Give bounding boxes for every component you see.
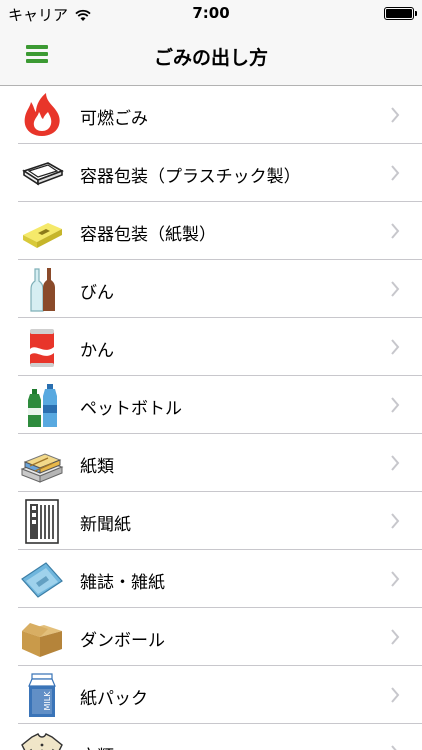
plastic-tray-icon [18,149,66,197]
svg-text:MILK: MILK [43,691,52,711]
list-item-label: かん [80,341,114,361]
battery-icon [384,7,417,20]
list-item-label: ペットボトル [80,399,182,419]
battery-level [386,9,412,18]
list-item-magazines[interactable]: 雑誌・雑紙 [0,550,422,608]
list-item-paper-packaging[interactable]: 容器包装（紙製） [0,202,422,260]
paper-box-icon [18,207,66,255]
garbage-category-list: 可燃ごみ 容器包装（プラスチック製） 容器包装（紙製） びん かん ペットボトル… [0,86,422,750]
chevron-right-icon [391,687,400,703]
bottles-icon [18,265,66,313]
list-item-newspaper[interactable]: 新聞紙 [0,492,422,550]
list-item-label: 可燃ごみ [80,109,148,129]
list-item-label: びん [80,283,114,303]
chevron-right-icon [391,513,400,529]
list-item-label: 容器包装（プラスチック製） [80,167,301,187]
list-item-label: 衣類 [80,742,114,750]
milk-carton-icon: MILK [18,671,66,719]
list-item-label: 雑誌・雑紙 [80,573,165,593]
magazine-icon [18,555,66,603]
chevron-right-icon [391,223,400,239]
list-item-paper-cartons[interactable]: MILK 紙パック [0,666,422,724]
list-item-bottles[interactable]: びん [0,260,422,318]
page-title: ごみの出し方 [153,47,268,69]
chevron-right-icon [391,397,400,413]
clothing-icon [18,729,66,750]
chevron-right-icon [391,107,400,123]
list-item-label: 紙パック [80,689,148,709]
status-time: 7:00 [192,4,230,22]
list-item-label: 容器包装（紙製） [80,225,216,245]
pet-bottle-icon [18,381,66,429]
list-item-pet-bottles[interactable]: ペットボトル [0,376,422,434]
list-item-paper[interactable]: 紙類 [0,434,422,492]
cardboard-box-icon [18,613,66,661]
list-item-label: ダンボール [80,631,165,651]
list-item-label: 紙類 [80,457,114,477]
chevron-right-icon [391,571,400,587]
chevron-right-icon [391,281,400,297]
list-item-label: 新聞紙 [80,515,131,535]
chevron-right-icon [391,165,400,181]
list-item-burnable[interactable]: 可燃ごみ [0,86,422,144]
chevron-right-icon [391,745,397,750]
can-icon [18,323,66,371]
chevron-right-icon [391,629,400,645]
fire-icon [18,91,66,139]
navigation-bar: ごみの出し方 [0,28,422,86]
chevron-right-icon [391,339,400,355]
list-item-clothing[interactable]: 衣類 [0,724,422,750]
list-item-plastic-packaging[interactable]: 容器包装（プラスチック製） [0,144,422,202]
chevron-right-icon [391,455,400,471]
status-bar: キャリア 7:00 [0,0,422,28]
list-item-cardboard[interactable]: ダンボール [0,608,422,666]
newspaper-icon [18,497,66,545]
list-item-cans[interactable]: かん [0,318,422,376]
paper-bundle-icon [18,439,66,487]
